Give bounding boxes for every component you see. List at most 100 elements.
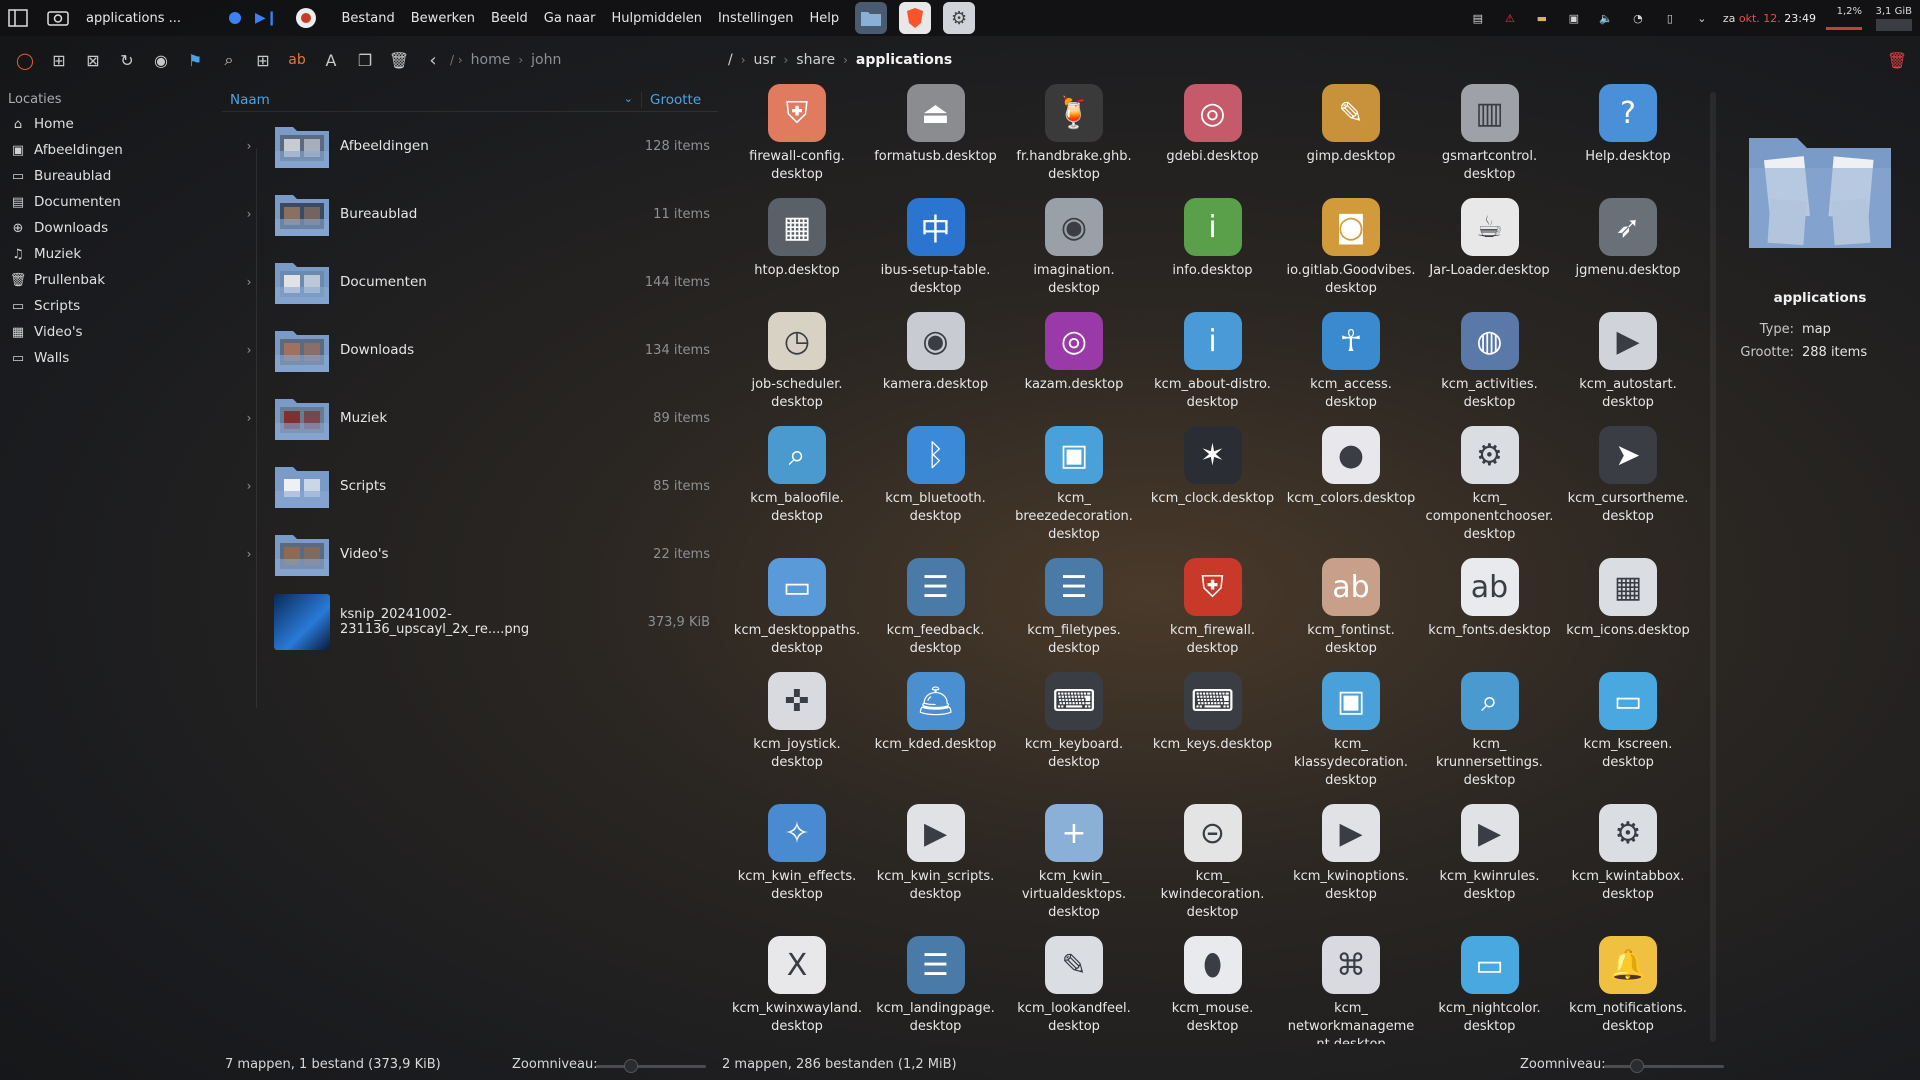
stop-icon[interactable]: ◯ <box>8 43 42 77</box>
sidebar-item-home[interactable]: ⌂ Home <box>0 111 218 137</box>
bookmark-icon[interactable]: ⚑ <box>178 43 212 77</box>
desktop-file-item[interactable]: ☰ kcm_feedback. desktop <box>867 558 1005 658</box>
delete-icon[interactable]: 🗑 <box>382 43 416 77</box>
view-mode-icon[interactable]: ⊞ <box>246 43 280 77</box>
preview-icon[interactable]: ◉ <box>144 43 178 77</box>
desktop-file-item[interactable]: ᛒ kcm_bluetooth. desktop <box>867 426 1005 526</box>
desktop-file-item[interactable]: ▣ kcm_ breezedecoration. desktop <box>1005 426 1143 544</box>
desktop-file-item[interactable]: ab kcm_fonts.desktop <box>1421 558 1559 640</box>
breadcrumb-share[interactable]: share <box>788 52 843 68</box>
network-icon[interactable]: ◔ <box>1627 7 1649 29</box>
desktop-file-item[interactable]: ➤ kcm_cursortheme. desktop <box>1559 426 1697 526</box>
screenshot-icon[interactable] <box>44 4 72 32</box>
desktop-file-item[interactable]: ◙ io.gitlab.Goodvibes. desktop <box>1282 198 1420 298</box>
desktop-file-item[interactable]: ▭ kcm_kscreen. desktop <box>1559 672 1697 772</box>
column-header-name[interactable]: Naam ⌄ <box>222 91 642 108</box>
chevron-down-icon[interactable]: ⌄ <box>1691 7 1713 29</box>
list-item[interactable]: ksnip_20241002-231136_upscayl_2x_re....p… <box>222 588 718 656</box>
breadcrumb-john[interactable]: john <box>523 52 569 68</box>
sidebar-item-documenten[interactable]: ▤ Documenten <box>0 189 218 215</box>
desktop-file-item[interactable]: ✶ kcm_clock.desktop <box>1144 426 1282 508</box>
desktop-file-item[interactable]: ? Help.desktop <box>1559 84 1697 166</box>
close-split-icon[interactable]: ⊠ <box>76 43 110 77</box>
desktop-file-item[interactable]: + kcm_kwin_ virtualdesktops. desktop <box>1005 804 1143 922</box>
sidebar-item-muziek[interactable]: ♫ Muziek <box>0 241 218 267</box>
desktop-file-item[interactable]: 🔔 kcm_notifications. desktop <box>1559 936 1697 1036</box>
drive-icon[interactable]: ▬ <box>1531 7 1553 29</box>
desktop-file-item[interactable]: 🍹 fr.handbrake.ghb. desktop <box>1005 84 1143 184</box>
desktop-file-item[interactable]: ◷ job-scheduler. desktop <box>728 312 866 412</box>
desktop-file-item[interactable]: Xkcm_kwinxwayland. desktop <box>728 936 866 1036</box>
column-header-size[interactable]: Grootte <box>642 92 701 108</box>
menu-beeld[interactable]: Beeld <box>483 11 536 26</box>
desktop-file-item[interactable]: ◉ imagination. desktop <box>1005 198 1143 298</box>
menu-instellingen[interactable]: Instellingen <box>710 11 802 26</box>
list-item[interactable]: › Muziek 89 items <box>222 384 718 452</box>
search-icon[interactable]: ⌕ <box>212 43 246 77</box>
sidebar-item-walls[interactable]: ▭ Walls <box>0 345 218 371</box>
desktop-file-item[interactable]: ⌘ kcm_ networkmanageme nt.desktop <box>1282 936 1420 1044</box>
desktop-file-item[interactable]: ✧ kcm_kwin_effects. desktop <box>728 804 866 904</box>
desktop-file-item[interactable]: ▶ kcm_kwinoptions. desktop <box>1282 804 1420 904</box>
desktop-file-item[interactable]: ⏏ formatusb.desktop <box>867 84 1005 166</box>
menu-bestand[interactable]: Bestand <box>334 11 403 26</box>
desktop-file-item[interactable]: ✎ gimp.desktop <box>1282 84 1420 166</box>
desktop-file-item[interactable]: ▶ kcm_kwin_scripts. desktop <box>867 804 1005 904</box>
sidebar-item-scripts[interactable]: ▭ Scripts <box>0 293 218 319</box>
desktop-file-item[interactable]: ▥ gsmartcontrol. desktop <box>1421 84 1559 184</box>
desktop-file-item[interactable]: ▶ kcm_autostart. desktop <box>1559 312 1697 412</box>
grid-scrollbar-track[interactable] <box>1710 92 1716 1042</box>
desktop-file-item[interactable]: ☰ kcm_landingpage. desktop <box>867 936 1005 1036</box>
desktop-file-item[interactable]: ◍ kcm_activities. desktop <box>1421 312 1559 412</box>
menu-help[interactable]: Help <box>801 11 847 26</box>
list-item[interactable]: › Documenten 144 items <box>222 248 718 316</box>
desktop-file-item[interactable]: ☰ kcm_filetypes. desktop <box>1005 558 1143 658</box>
sidebar-item-downloads[interactable]: ⊕ Downloads <box>0 215 218 241</box>
update-alert-icon[interactable]: ⚠ <box>1499 7 1521 29</box>
desktop-file-item[interactable]: ☥ kcm_access. desktop <box>1282 312 1420 412</box>
app-launcher-icon[interactable] <box>4 4 32 32</box>
desktop-file-item[interactable]: ◉ kamera.desktop <box>867 312 1005 394</box>
desktop-file-item[interactable]: ✜ kcm_joystick. desktop <box>728 672 866 772</box>
desktop-file-item[interactable]: 中 ibus-setup-table. desktop <box>867 198 1005 298</box>
brave-browser-taskbar-icon[interactable] <box>899 2 932 34</box>
breadcrumb-root[interactable]: / <box>720 52 741 68</box>
refresh-icon[interactable]: ↻ <box>110 43 144 77</box>
breadcrumb-home[interactable]: home <box>463 52 519 68</box>
desktop-file-item[interactable]: ▶ kcm_kwinrules. desktop <box>1421 804 1559 904</box>
desktop-file-item[interactable]: ▭ kcm_nightcolor. desktop <box>1421 936 1559 1036</box>
desktop-file-item[interactable]: 🛎 kcm_kded.desktop <box>867 672 1005 754</box>
clock[interactable]: za okt. 12. 23:49 <box>1723 12 1816 25</box>
list-item[interactable]: › Video's 22 items <box>222 520 718 588</box>
sidebar-item-afbeeldingen[interactable]: ▣ Afbeeldingen <box>0 137 218 163</box>
split-view-icon[interactable]: ⊞ <box>42 43 76 77</box>
play-pause-icon[interactable]: ▶❙ <box>255 10 278 26</box>
desktop-file-item[interactable]: ⌨ kcm_keyboard. desktop <box>1005 672 1143 772</box>
desktop-file-item[interactable]: ⊝ kcm_ kwindecoration. desktop <box>1144 804 1282 922</box>
desktop-file-item[interactable]: ▦ htop.desktop <box>728 198 866 280</box>
window-icon[interactable]: ▣ <box>1563 7 1585 29</box>
rename-icon[interactable]: ab <box>280 43 314 77</box>
desktop-file-item[interactable]: ▦ kcm_icons.desktop <box>1559 558 1697 640</box>
sidebar-item-videos[interactable]: ▦ Video's <box>0 319 218 345</box>
desktop-file-item[interactable]: ⚙ kcm_ componentchooser. desktop <box>1421 426 1559 544</box>
file-manager-taskbar-icon[interactable] <box>855 2 888 34</box>
zoom-slider-left-track[interactable] <box>596 1065 706 1068</box>
desktop-file-item[interactable]: ✎ kcm_lookandfeel. desktop <box>1005 936 1143 1036</box>
sidebar-item-bureaublad[interactable]: ▭ Bureaublad <box>0 163 218 189</box>
menu-bewerken[interactable]: Bewerken <box>403 11 483 26</box>
breadcrumb-applications[interactable]: applications <box>848 52 960 68</box>
desktop-file-item[interactable]: ⚙ kcm_kwintabbox. desktop <box>1559 804 1697 904</box>
desktop-file-item[interactable]: ● kcm_colors.desktop <box>1282 426 1420 508</box>
desktop-file-item[interactable]: ➶ jgmenu.desktop <box>1559 198 1697 280</box>
list-item[interactable]: › Afbeeldingen 128 items <box>222 112 718 180</box>
desktop-file-item[interactable]: i info.desktop <box>1144 198 1282 280</box>
desktop-file-item[interactable]: ☕ Jar-Loader.desktop <box>1421 198 1559 280</box>
settings-taskbar-icon[interactable]: ⚙ <box>943 2 976 34</box>
desktop-file-item[interactable]: ab kcm_fontinst. desktop <box>1282 558 1420 658</box>
trash-red-icon[interactable]: 🗑 <box>1880 43 1914 77</box>
browser-icon[interactable] <box>295 8 316 28</box>
list-item[interactable]: › Downloads 134 items <box>222 316 718 384</box>
list-item[interactable]: › Scripts 85 items <box>222 452 718 520</box>
volume-icon[interactable]: 🔈 <box>1595 7 1617 29</box>
